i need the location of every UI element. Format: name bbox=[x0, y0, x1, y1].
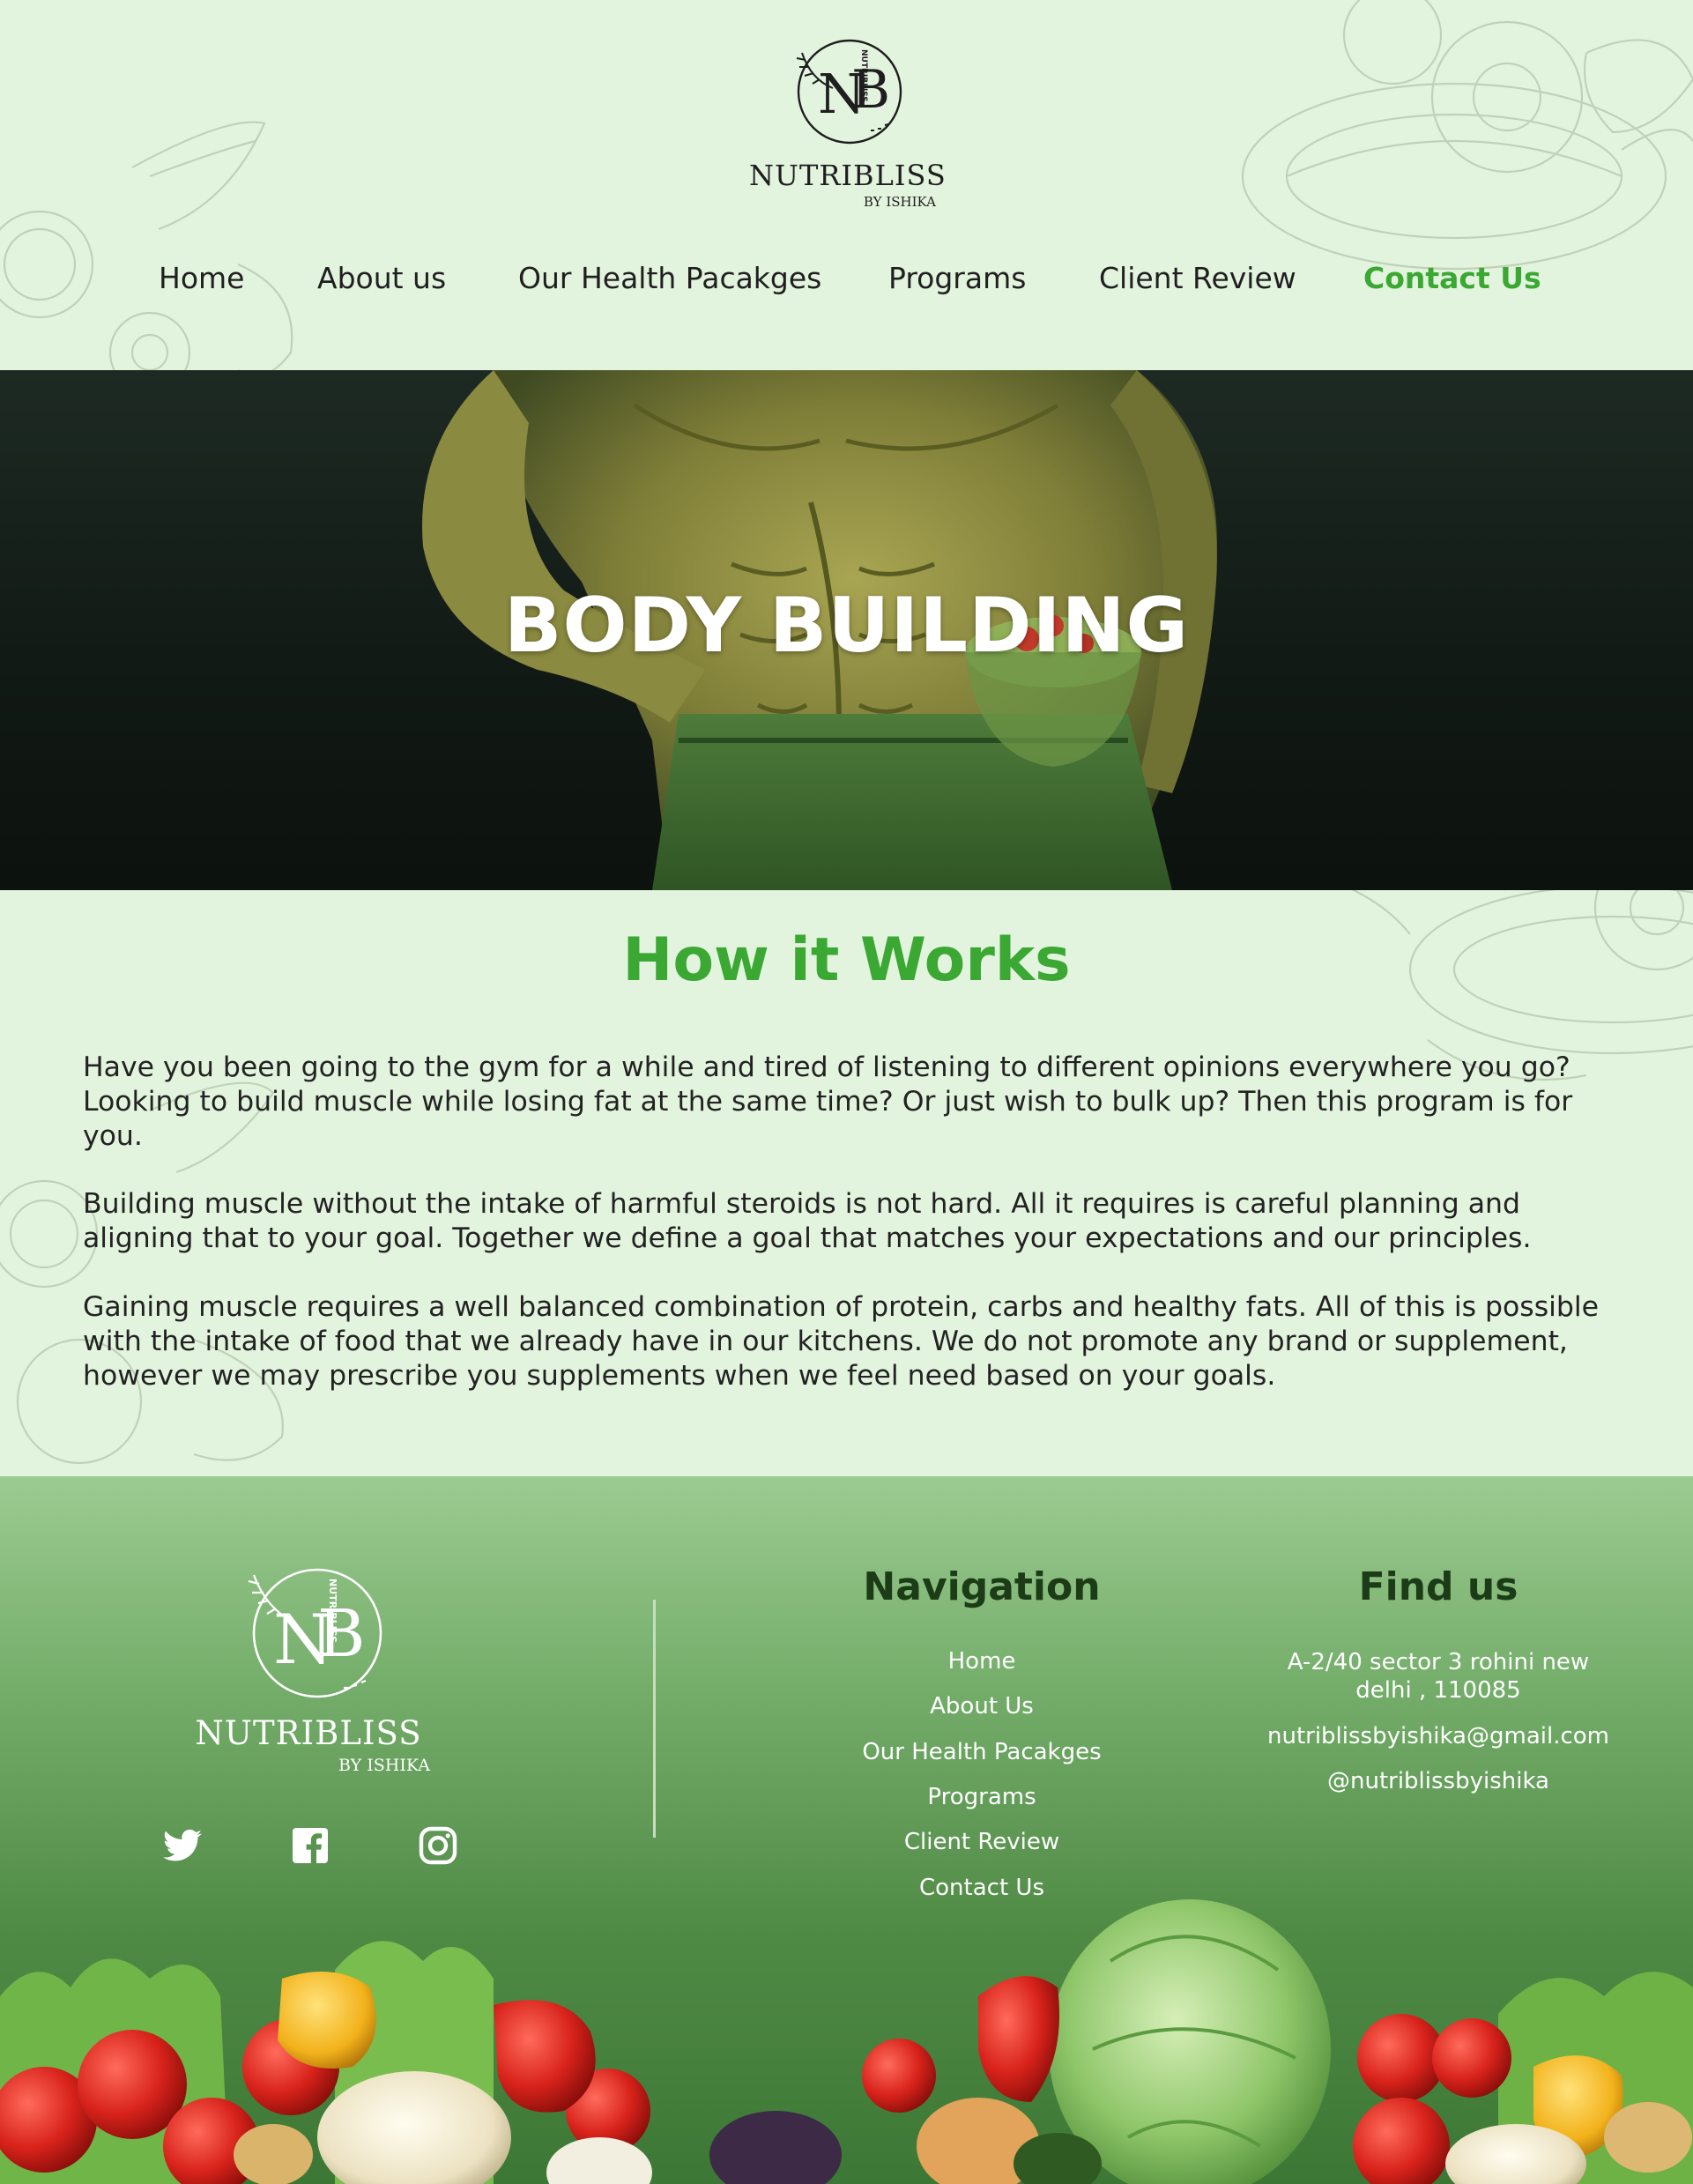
site-footer: N B NUTRIBLISS NUTRIBLISS BY ISHIKA Navi… bbox=[0, 1476, 1693, 2184]
vegetables-image bbox=[0, 1899, 1693, 2184]
footer-link-about-us[interactable]: About Us bbox=[806, 1693, 1158, 1720]
nav-home[interactable]: Home bbox=[159, 261, 244, 295]
footer-navigation-title: Navigation bbox=[863, 1564, 1101, 1609]
main-nav: Home About us Our Health Pacakges Progra… bbox=[0, 261, 1693, 305]
hero-title: BODY BUILDING bbox=[503, 582, 1190, 670]
footer-find-us-title: Find us bbox=[1358, 1564, 1519, 1609]
brand-subtitle: BY ISHIKA bbox=[863, 194, 936, 210]
nav-health-packages[interactable]: Our Health Pacakges bbox=[518, 261, 821, 295]
svg-text:B: B bbox=[317, 1596, 365, 1672]
nav-client-review[interactable]: Client Review bbox=[1099, 261, 1296, 295]
how-it-works-title: How it Works bbox=[622, 925, 1071, 995]
hero-banner: BODY BUILDING bbox=[0, 370, 1693, 890]
footer-address: A-2/40 sector 3 rohini new delhi , 11008… bbox=[1287, 1649, 1590, 1704]
nb-monogram-icon: N B NUTRIBLISS bbox=[248, 1568, 382, 1698]
logo-vertical-text: NUTRIBLISS bbox=[327, 1579, 338, 1643]
brand-logo[interactable]: N B NUTRIBLISS NUTRIBLISS BY ISHIKA bbox=[749, 26, 947, 216]
nav-about-us[interactable]: About us bbox=[317, 261, 446, 295]
footer-brand-name: NUTRIBLISS bbox=[195, 1714, 422, 1752]
footer-link-client-review[interactable]: Client Review bbox=[806, 1829, 1158, 1855]
nav-programs[interactable]: Programs bbox=[888, 261, 1026, 295]
paragraph-2: Building muscle without the intake of ha… bbox=[83, 1188, 1532, 1254]
footer-link-health-packages[interactable]: Our Health Pacakges bbox=[806, 1739, 1158, 1765]
svg-text:B: B bbox=[851, 59, 890, 121]
nb-monogram-icon: N B NUTRIBLISS bbox=[796, 39, 902, 145]
site-header: N B NUTRIBLISS NUTRIBLISS BY ISHIKA Home… bbox=[0, 0, 1693, 370]
footer-divider bbox=[653, 1600, 656, 1838]
footer-social-handle[interactable]: @nutriblissbyishika bbox=[1244, 1767, 1632, 1795]
paragraph-3: Gaining muscle requires a well balanced … bbox=[83, 1291, 1599, 1392]
footer-link-home[interactable]: Home bbox=[806, 1648, 1158, 1675]
brand-name: NUTRIBLISS bbox=[749, 159, 947, 192]
footer-brand-subtitle: BY ISHIKA bbox=[338, 1756, 430, 1775]
paragraph-1: Have you been going to the gym for a whi… bbox=[83, 1051, 1573, 1152]
footer-link-programs[interactable]: Programs bbox=[806, 1784, 1158, 1810]
footer-logo[interactable]: N B NUTRIBLISS NUTRIBLISS BY ISHIKA bbox=[185, 1547, 432, 1776]
nav-contact-us[interactable]: Contact Us bbox=[1363, 261, 1541, 295]
logo-vertical-text: NUTRIBLISS bbox=[859, 49, 868, 102]
footer-email[interactable]: nutriblissbyishika@gmail.com bbox=[1244, 1722, 1632, 1750]
